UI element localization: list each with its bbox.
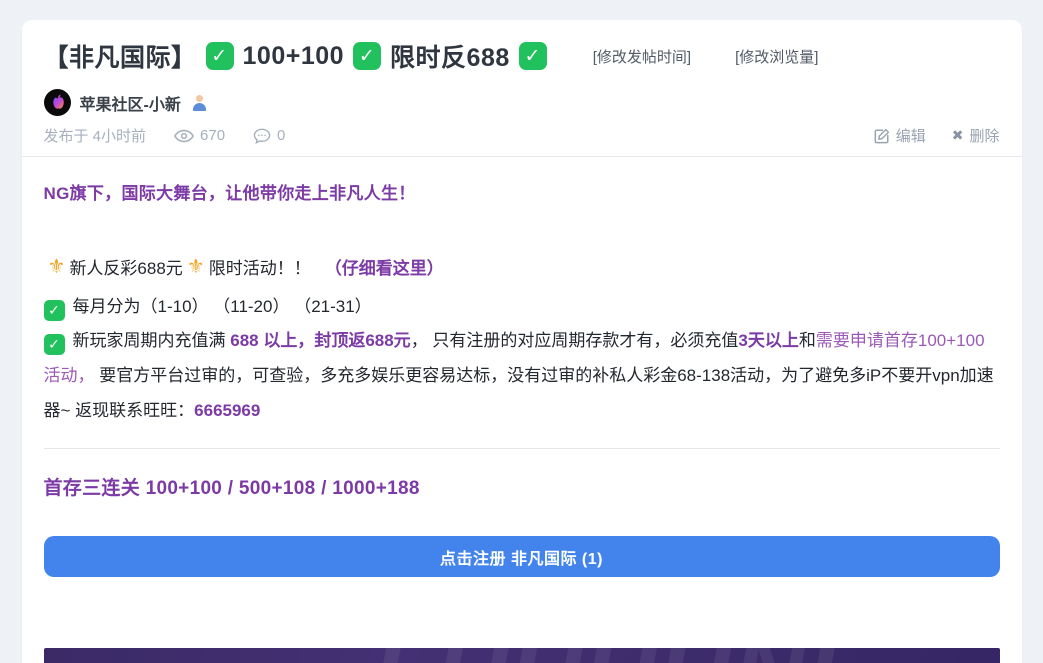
check-icon: ✓ [44,334,65,355]
paragraph-segment: 和 [799,331,816,350]
banner-watermark-text: FUUUUNE [374,648,877,663]
apple-logo-icon [48,93,67,112]
promo-line: ⚜ 新人反彩688元 ⚜ 限时活动！！ （仔细看这里） [44,254,1000,279]
promo-highlight: （仔细看这里） [325,254,444,279]
edit-post-time-link[interactable]: [修改发帖时间] [593,46,691,67]
monthly-split-text: 每月分为（1-10） （11-20） （21-31） [73,297,372,316]
view-count-value: 670 [200,127,225,144]
delete-button-label: 删除 [969,125,999,146]
eye-icon [174,129,194,143]
rules-paragraph: ✓新玩家周期内充值满 688 以上，封顶返688元， 只有注册的对应周期存款才有… [44,323,1000,428]
title-row: 【非凡国际】 ✓ 100+100 ✓ 限时反688 ✓ [修改发帖时间] [修改… [44,38,1000,74]
promo-text-2: 限时活动！！ [209,254,311,279]
edit-view-count-link[interactable]: [修改浏览量] [735,46,818,67]
check-icon: ✓ [206,42,234,70]
post-actions: 编辑 ✖ 删除 [874,125,1000,146]
rules-paragraph-segments: 新玩家周期内充值满 688 以上，封顶返688元， 只有注册的对应周期存款才有，… [44,331,994,420]
post-title-text: 【非凡国际】 [44,38,197,74]
person-badge-icon [192,95,207,111]
check-icon: ✓ [44,300,65,321]
paragraph-segment: 688 以上，封顶返688元 [230,331,410,350]
monthly-split-line: ✓ 每月分为（1-10） （11-20） （21-31） [44,292,1000,318]
edit-pencil-icon [874,128,890,144]
paragraph-segment: 6665969 [194,401,260,420]
content-divider [44,448,1000,449]
paragraph-segment: 3天以上 [738,331,798,350]
post-card: 【非凡国际】 ✓ 100+100 ✓ 限时反688 ✓ [修改发帖时间] [修改… [22,20,1022,663]
post-content: NG旗下，国际大舞台，让他带你走上非凡人生！ ⚜ 新人反彩688元 ⚜ 限时活动… [22,157,1022,663]
avatar [44,89,71,116]
paragraph-segment: 要官方平台过审的，可查验，多充多娱乐更容易达标，没有过审的补私人彩金68-138… [44,366,994,420]
promo-banner-image[interactable]: FUUUUNE [44,648,1000,663]
delete-x-icon: ✖ [952,127,964,144]
admin-links: [修改发帖时间] [修改浏览量] [593,46,819,67]
content-headline: NG旗下，国际大舞台，让他带你走上非凡人生！ [44,179,1000,204]
fleur-de-lis-icon: ⚜ [48,254,66,279]
meta-row: 发布于 4小时前 670 0 [44,125,1000,146]
register-button[interactable]: 点击注册 非凡国际 (1) [44,536,1000,577]
edit-button-label: 编辑 [896,125,926,146]
publish-time: 发布于 4小时前 [44,125,147,146]
post-header: 【非凡国际】 ✓ 100+100 ✓ 限时反688 ✓ [修改发帖时间] [修改… [22,20,1022,157]
comment-icon [253,128,271,144]
delete-button[interactable]: ✖ 删除 [952,125,1000,146]
post-title-bonus: 100+100 [243,42,345,71]
paragraph-segment: 新玩家周期内充值满 [73,331,231,350]
edit-button[interactable]: 编辑 [874,125,926,146]
page-title: 【非凡国际】 ✓ 100+100 ✓ 限时反688 ✓ [44,38,547,74]
view-count: 670 [174,127,225,144]
check-icon: ✓ [519,42,547,70]
check-icon: ✓ [353,42,381,70]
comment-count-value: 0 [277,127,285,144]
author-name[interactable]: 苹果社区-小新 [80,91,181,115]
promo-text-1: 新人反彩688元 [69,254,182,279]
post-title-promo: 限时反688 [390,38,510,74]
deposit-tiers-line: 首存三连关 100+100 / 500+108 / 1000+188 [44,473,1000,500]
fleur-de-lis-icon: ⚜ [187,254,205,279]
author-row: 苹果社区-小新 [44,89,1000,116]
comment-count: 0 [253,127,285,144]
paragraph-segment: ， 只有注册的对应周期存款才有，必须充值 [411,331,739,350]
